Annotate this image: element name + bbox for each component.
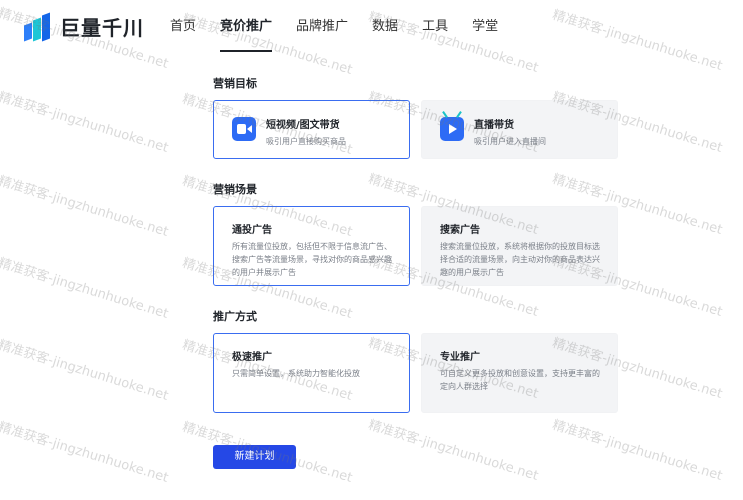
- scene-card-search[interactable]: 搜索广告 搜索流量位投放，系统将根据你的投放目标选择合适的流量场景，向主动对你的…: [421, 206, 618, 286]
- goal-card-live[interactable]: 直播带货 吸引用户进入直播间: [421, 100, 618, 159]
- watermark-text: 精准获客-jingzhunhuoke.net: [366, 417, 541, 484]
- card-desc: 吸引用户直接购买商品: [266, 137, 346, 146]
- watermark-text: 精准获客-jingzhunhuoke.net: [0, 337, 171, 404]
- nav-item-home[interactable]: 首页: [170, 0, 196, 52]
- method-card-fast[interactable]: 极速推广 只需简单设置，系统助力智能化投放: [213, 333, 410, 413]
- watermark-text: 精准获客-jingzhunhuoke.net: [0, 89, 171, 156]
- card-title: 专业推广: [440, 352, 480, 363]
- method-card-pro[interactable]: 专业推广 可自定义更多投放和创意设置，支持更丰富的定向人群选择: [421, 333, 618, 413]
- live-tv-icon: [440, 111, 464, 141]
- nav-item-tools[interactable]: 工具: [422, 0, 448, 52]
- card-title: 搜索广告: [440, 225, 480, 236]
- section-title-method: 推广方式: [213, 310, 257, 323]
- nav-item-brand[interactable]: 品牌推广: [296, 0, 348, 52]
- logo-text: 巨量千川: [60, 16, 144, 40]
- card-title: 直播带货: [474, 120, 514, 131]
- card-desc: 搜索流量位投放，系统将根据你的投放目标选择合适的流量场景，向主动对你的商品表达兴…: [440, 242, 600, 277]
- nav-item-academy[interactable]: 学堂: [472, 0, 498, 52]
- card-title: 极速推广: [232, 352, 272, 363]
- top-header: 巨量千川 首页 竞价推广 品牌推广 数据 工具 学堂: [0, 0, 743, 52]
- main-nav: 首页 竞价推广 品牌推广 数据 工具 学堂: [170, 0, 522, 52]
- card-title: 短视频/图文带货: [266, 120, 340, 131]
- video-camera-icon: [232, 117, 256, 141]
- logo-icon: [24, 12, 54, 41]
- card-desc: 可自定义更多投放和创意设置，支持更丰富的定向人群选择: [440, 369, 600, 391]
- nav-item-bidding[interactable]: 竞价推广: [220, 0, 273, 52]
- section-title-goal: 营销目标: [213, 77, 257, 90]
- watermark-text: 精准获客-jingzhunhuoke.net: [0, 255, 171, 322]
- card-title: 通投广告: [232, 225, 272, 236]
- logo[interactable]: 巨量千川: [24, 12, 144, 41]
- watermark-text: 精准获客-jingzhunhuoke.net: [0, 173, 171, 240]
- watermark-text: 精准获客-jingzhunhuoke.net: [0, 419, 171, 486]
- card-desc: 吸引用户进入直播间: [474, 137, 546, 146]
- watermark-text: 精准获客-jingzhunhuoke.net: [550, 417, 725, 484]
- card-desc: 只需简单设置，系统助力智能化投放: [232, 369, 360, 378]
- nav-item-data[interactable]: 数据: [372, 0, 398, 52]
- goal-card-short-video[interactable]: 短视频/图文带货 吸引用户直接购买商品: [213, 100, 410, 159]
- section-title-scene: 营销场景: [213, 183, 257, 196]
- card-desc: 所有流量位投放，包括但不限于信息流广告、搜索广告等流量场景，寻找对你的商品感兴趣…: [232, 242, 392, 277]
- scene-card-general[interactable]: 通投广告 所有流量位投放，包括但不限于信息流广告、搜索广告等流量场景，寻找对你的…: [213, 206, 410, 286]
- create-plan-button[interactable]: 新建计划: [213, 445, 296, 469]
